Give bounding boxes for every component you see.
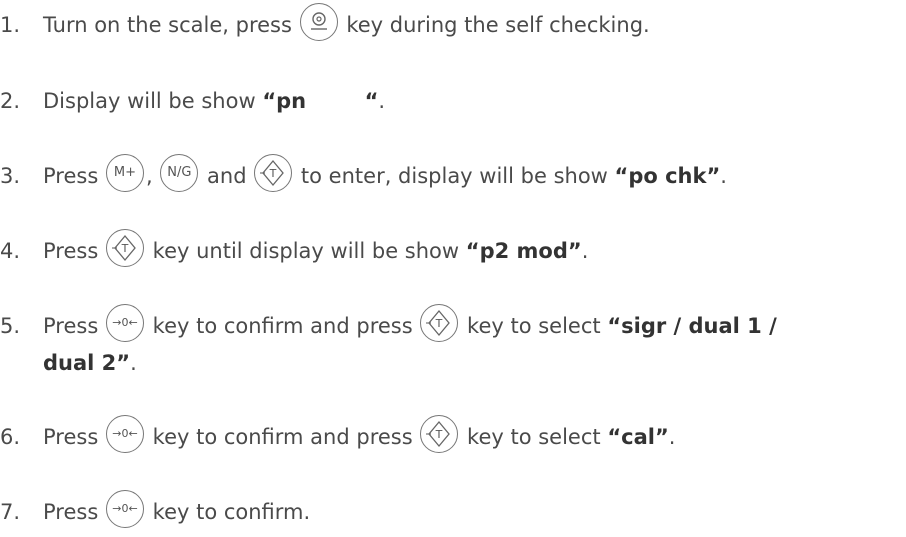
step-text-middle: key to confirm and press <box>152 314 413 338</box>
step-text-wrap: dual 2”. <box>43 348 137 378</box>
step-text-before: Press <box>43 425 99 449</box>
step-text-after: to enter, display will be show <box>300 164 608 188</box>
step-text-after: key during the self checking. <box>346 13 650 37</box>
step-text: Press →0← key to confirm and press T key… <box>43 415 676 453</box>
step-text-end: . <box>720 164 727 188</box>
step-text-before: Press <box>43 164 99 188</box>
step-text-after: key until display will be show <box>152 239 460 263</box>
step-text-before: Display will be show <box>43 89 256 113</box>
net-gross-key-icon: N/G <box>160 154 199 192</box>
step-text: Press →0← key to confirm. <box>43 490 311 528</box>
tare-key-icon: T <box>254 154 293 192</box>
step-text-before: Press <box>43 239 99 263</box>
step-text-after: key to select <box>467 425 601 449</box>
separator: , <box>145 164 153 188</box>
step-number: 7. <box>0 500 21 524</box>
power-key-icon <box>299 3 338 41</box>
display-code: “sigr / dual 1 / <box>607 314 777 338</box>
svg-text:T: T <box>435 428 443 441</box>
step-text-middle: key to confirm and press <box>152 425 413 449</box>
step-text: Press →0← key to confirm and press T key… <box>43 304 777 342</box>
step-number: 2. <box>0 89 21 113</box>
display-code-continued: dual 2” <box>43 351 131 375</box>
tare-key-icon: T <box>420 415 459 453</box>
display-code: “cal” <box>607 425 669 449</box>
step-number: 5. <box>0 314 21 338</box>
display-code: “po chk” <box>614 164 721 188</box>
display-code: “p2 mod” <box>465 239 582 263</box>
step-text-before: Press <box>43 314 99 338</box>
svg-text:T: T <box>269 167 277 180</box>
zero-key-icon: →0← <box>105 490 144 528</box>
step-text: Display will be show “pn “. <box>43 86 385 116</box>
separator: and <box>207 164 247 188</box>
step-text: Turn on the scale, press key during the … <box>43 3 650 41</box>
svg-text:T: T <box>121 242 129 255</box>
step-text-before: Turn on the scale, press <box>43 13 292 37</box>
step-text-end: . <box>378 89 386 113</box>
display-code: “pn “ <box>262 89 379 113</box>
m-plus-key-icon: M+ <box>105 154 144 192</box>
svg-text:T: T <box>435 317 443 330</box>
tare-key-icon: T <box>105 229 144 267</box>
step-text-after: key to confirm. <box>152 500 311 524</box>
step-number: 1. <box>0 13 21 37</box>
step-number: 6. <box>0 425 21 449</box>
step-text-end: . <box>668 425 676 449</box>
zero-key-icon: →0← <box>105 304 144 342</box>
step-number: 4. <box>0 239 21 263</box>
step-text-end: . <box>130 351 137 375</box>
step-text-after: key to select <box>467 314 601 338</box>
step-text-end: . <box>581 239 589 263</box>
tare-key-icon: T <box>420 304 459 342</box>
step-text: Press M+, N/G and T to enter, display wi… <box>43 154 727 192</box>
step-number: 3. <box>0 164 21 188</box>
step-text-before: Press <box>43 500 99 524</box>
zero-key-icon: →0← <box>105 415 144 453</box>
step-text: Press T key until display will be show “… <box>43 229 589 267</box>
